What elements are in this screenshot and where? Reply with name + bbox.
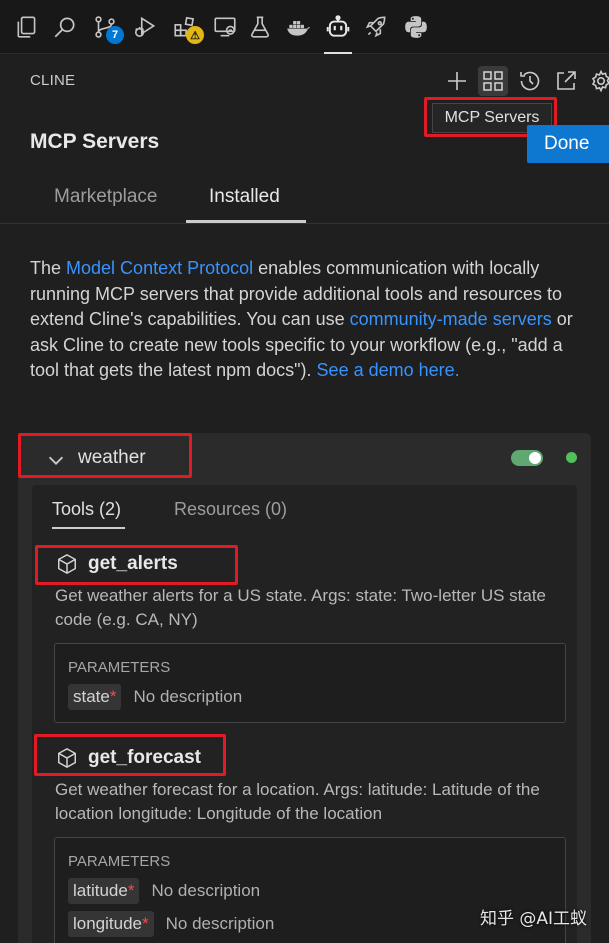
popout-icon[interactable]: [551, 66, 581, 96]
explorer-icon[interactable]: [10, 10, 44, 44]
model-context-protocol-link[interactable]: Model Context Protocol: [66, 258, 253, 278]
param-name: latitude*: [68, 878, 140, 904]
page-title: MCP Servers: [30, 130, 160, 153]
community-servers-link[interactable]: community-made servers: [350, 309, 552, 329]
server-status-dot: [566, 452, 577, 463]
source-control-icon[interactable]: 7: [88, 10, 124, 44]
active-subtab-indicator: [52, 527, 125, 529]
cube-icon: [58, 747, 76, 769]
tool-name: get_forecast: [88, 747, 201, 768]
param-row: longitude* No description: [68, 911, 274, 937]
docker-icon[interactable]: [281, 10, 315, 44]
tab-resources[interactable]: Resources (0): [174, 499, 287, 520]
tool-header-get-forecast: get_forecast: [56, 747, 201, 769]
param-row: latitude* No description: [68, 878, 260, 904]
param-description: No description: [133, 687, 243, 706]
tool-header-get-alerts: get_alerts: [56, 553, 178, 575]
plus-icon[interactable]: [442, 66, 472, 96]
param-name: state*: [68, 684, 122, 710]
tab-tools[interactable]: Tools (2): [52, 499, 121, 520]
activity-bar: 7 ⚠: [0, 0, 609, 54]
active-tab-indicator: [186, 220, 306, 223]
settings-icon[interactable]: [586, 66, 609, 96]
server-card-weather: weather Tools (2) Resources (0) get_aler…: [18, 433, 591, 943]
testing-icon[interactable]: [243, 10, 277, 44]
mcp-description: The Model Context Protocol enables commu…: [30, 256, 595, 384]
history-icon[interactable]: [515, 66, 545, 96]
server-details: Tools (2) Resources (0) get_alerts Get w…: [32, 485, 577, 943]
server-name[interactable]: weather: [78, 447, 146, 469]
search-icon[interactable]: [48, 10, 82, 44]
param-description: No description: [165, 914, 275, 933]
desc-text-1: The: [30, 258, 67, 278]
see-demo-link[interactable]: See a demo here.: [317, 360, 460, 380]
run-debug-icon[interactable]: [128, 10, 162, 44]
remote-explorer-icon[interactable]: [208, 10, 242, 44]
parameters-title: PARAMETERS: [68, 853, 171, 870]
tool-description: Get weather alerts for a US state. Args:…: [55, 586, 547, 629]
server-enable-toggle[interactable]: [511, 450, 543, 466]
extensions-warning-badge: ⚠: [186, 26, 204, 44]
param-row: state* No description: [68, 684, 242, 710]
tab-installed[interactable]: Installed: [209, 186, 280, 208]
param-description: No description: [151, 881, 261, 900]
tool-description: Get weather forecast for a location. Arg…: [55, 780, 540, 823]
chevron-down-icon[interactable]: [45, 449, 67, 471]
mcp-servers-icon[interactable]: [478, 66, 508, 96]
cube-icon: [58, 553, 76, 575]
panel-header: CLINE: [0, 54, 609, 108]
python-icon[interactable]: [399, 10, 433, 44]
panel-title: CLINE: [30, 72, 76, 89]
rocket-icon[interactable]: [359, 10, 393, 44]
parameters-title: PARAMETERS: [68, 659, 171, 676]
param-name: longitude*: [68, 911, 154, 937]
done-button[interactable]: Done: [527, 125, 609, 163]
tool-name: get_alerts: [88, 553, 178, 574]
parameters-box: PARAMETERS state* No description: [54, 643, 566, 723]
watermark: 知乎 @AI工蚁: [480, 909, 588, 929]
cline-icon[interactable]: [321, 10, 355, 54]
tab-marketplace[interactable]: Marketplace: [54, 186, 158, 208]
extensions-icon[interactable]: ⚠: [168, 10, 204, 44]
tab-bar: Marketplace Installed: [0, 174, 609, 224]
source-control-badge: 7: [106, 26, 124, 44]
